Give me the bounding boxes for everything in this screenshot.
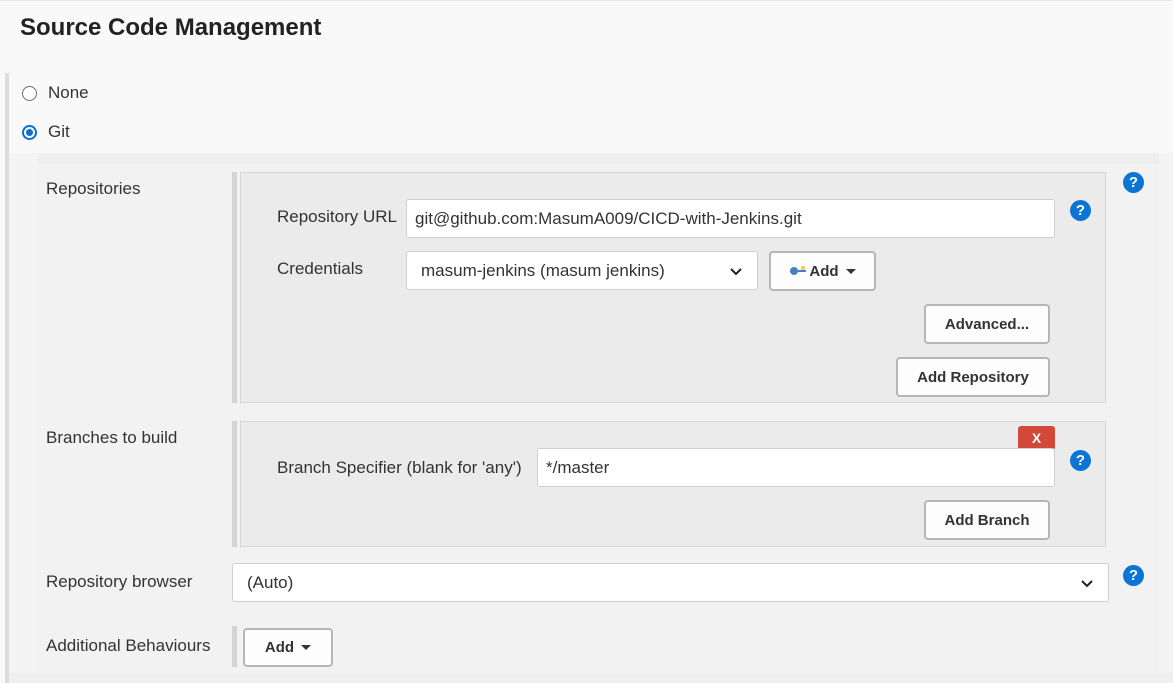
caret-down-icon (301, 645, 312, 650)
key-icon (790, 266, 807, 275)
chevron-down-icon (1081, 579, 1093, 587)
scm-option-git[interactable]: Git (22, 122, 70, 142)
advanced-button[interactable]: Advanced... (924, 304, 1050, 344)
branch-specifier-label: Branch Specifier (blank for 'any') (277, 458, 522, 477)
additional-behaviours-add-label: Add (264, 639, 295, 656)
branch-specifier-input[interactable]: */master (537, 448, 1055, 487)
caret-down-icon (845, 268, 856, 274)
additional-behaviours-label: Additional Behaviours (46, 636, 211, 655)
additional-behaviours-bar (232, 626, 237, 667)
credentials-select[interactable]: masum-jenkins (masum jenkins) (406, 251, 758, 290)
credentials-label: Credentials (277, 259, 363, 278)
repository-browser-help-icon[interactable]: ? (1123, 565, 1144, 586)
credentials-add-button[interactable]: Add (769, 251, 876, 291)
add-branch-button[interactable]: Add Branch (924, 500, 1050, 540)
repositories-label: Repositories (46, 179, 141, 198)
branches-bar (232, 421, 237, 547)
git-config-footer (9, 673, 1173, 683)
repository-url-label: Repository URL (277, 207, 397, 226)
add-repository-button[interactable]: Add Repository (896, 357, 1050, 397)
branch-specifier-help-icon[interactable]: ? (1070, 450, 1091, 471)
section-title: Source Code Management (20, 14, 322, 41)
radio-none[interactable] (22, 85, 37, 101)
delete-branch-button[interactable]: X (1018, 426, 1055, 450)
top-rule (0, 0, 1173, 1)
chevron-down-icon (730, 267, 742, 275)
scm-option-none[interactable]: None (22, 83, 89, 103)
credentials-value: masum-jenkins (masum jenkins) (421, 260, 665, 280)
repository-url-help-icon[interactable]: ? (1070, 200, 1091, 221)
repository-browser-select[interactable]: (Auto) (232, 563, 1109, 602)
scm-option-none-label: None (48, 83, 89, 102)
credentials-add-label: Add (809, 262, 839, 280)
scm-option-git-label: Git (48, 122, 70, 141)
repositories-bar (232, 172, 237, 403)
branches-label: Branches to build (46, 428, 178, 447)
git-config-header (38, 153, 1159, 164)
repository-url-input[interactable]: git@github.com:MasumA009/CICD-with-Jenki… (406, 199, 1055, 238)
radio-git[interactable] (22, 124, 37, 140)
additional-behaviours-add-button[interactable]: Add (243, 628, 333, 667)
repository-browser-label: Repository browser (46, 572, 193, 591)
repositories-help-icon[interactable]: ? (1123, 172, 1144, 193)
repository-browser-value: (Auto) (247, 572, 294, 592)
